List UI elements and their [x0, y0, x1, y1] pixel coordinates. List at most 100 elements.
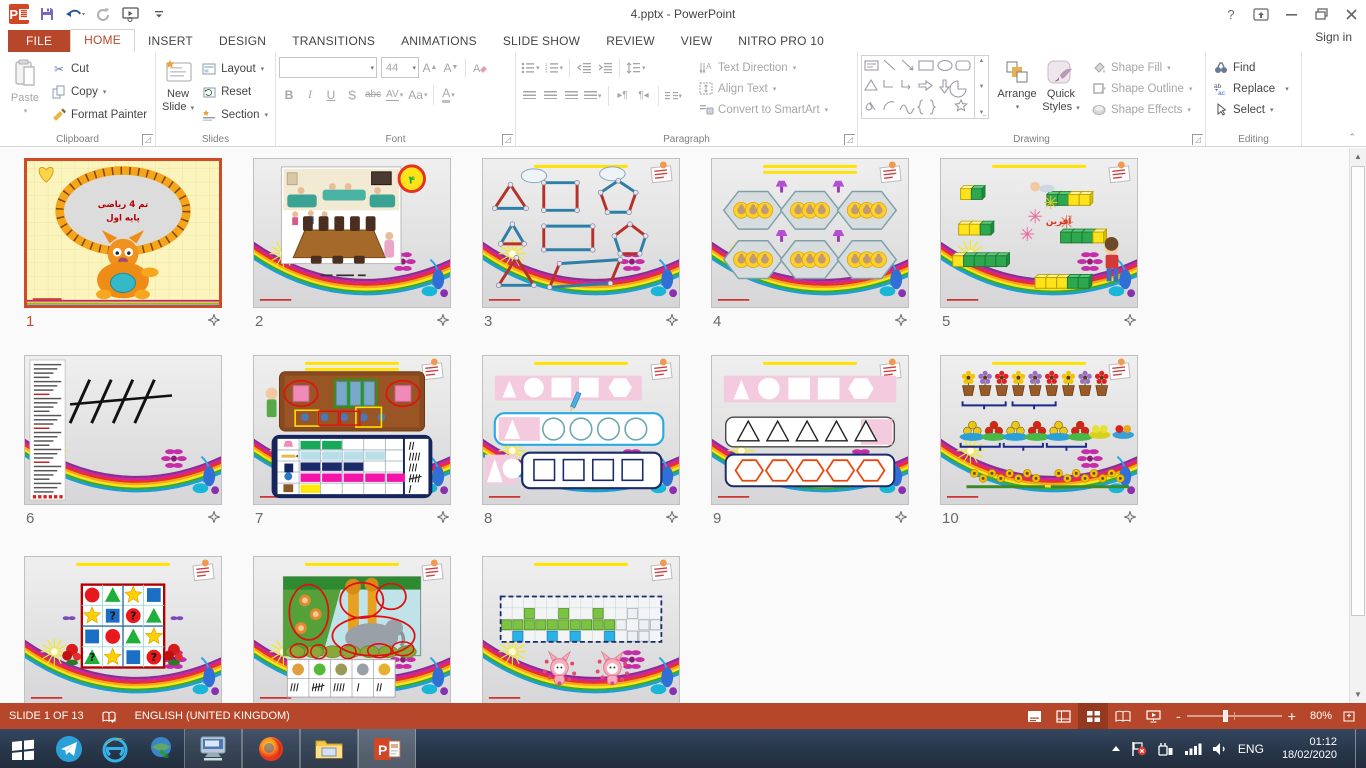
font-color-button[interactable]: A▾: [438, 84, 458, 105]
internet-explorer-icon[interactable]: [92, 729, 138, 768]
tab-view[interactable]: VIEW: [668, 31, 725, 52]
paragraph-dialog-launcher[interactable]: ◿: [844, 134, 855, 145]
text-direction-button[interactable]: AText Direction▾: [694, 57, 832, 78]
network-signal-icon[interactable]: [1184, 742, 1202, 755]
strikethrough-button[interactable]: abc: [363, 84, 383, 105]
zoom-in-button[interactable]: +: [1288, 711, 1296, 721]
animation-star-icon[interactable]: [895, 314, 907, 329]
spellcheck-icon[interactable]: [93, 703, 126, 729]
increase-indent-button[interactable]: [595, 57, 615, 78]
file-explorer-app[interactable]: [300, 729, 358, 768]
tab-design[interactable]: DESIGN: [206, 31, 279, 52]
slide-thumbnail-3[interactable]: 3: [482, 158, 680, 330]
slide-thumbnail-12[interactable]: 12: [253, 556, 451, 703]
shapes-scroll-down[interactable]: ▼: [979, 84, 985, 90]
slide-4-preview[interactable]: [711, 158, 909, 308]
save-icon[interactable]: [34, 2, 60, 26]
change-case-button[interactable]: Aa▾: [406, 84, 429, 105]
shadow-button[interactable]: S: [342, 84, 362, 105]
action-center-flag-icon[interactable]: [1131, 741, 1147, 757]
start-from-beginning-icon[interactable]: [118, 2, 144, 26]
section-button[interactable]: Section▾: [197, 103, 272, 126]
zoom-slider-thumb[interactable]: [1223, 710, 1228, 722]
font-name-combo[interactable]: ▾: [279, 57, 377, 78]
slide-13-preview[interactable]: [482, 556, 680, 703]
slide-thumbnail-4[interactable]: 4: [711, 158, 909, 330]
underline-button[interactable]: U: [321, 84, 341, 105]
slide-thumbnail-5[interactable]: آفرین5: [940, 158, 1138, 330]
align-right-button[interactable]: [561, 85, 581, 106]
collapse-ribbon-icon[interactable]: ⌃: [1348, 132, 1356, 143]
restore-icon[interactable]: [1306, 2, 1336, 26]
help-icon[interactable]: ?: [1216, 2, 1246, 26]
zoom-slider[interactable]: [1187, 715, 1282, 717]
bullets-button[interactable]: ▾: [519, 57, 542, 78]
select-button[interactable]: Select▾: [1209, 99, 1293, 120]
volume-icon[interactable]: [1212, 742, 1228, 756]
slide-thumbnail-10[interactable]: 10: [940, 355, 1138, 527]
decrease-indent-button[interactable]: [574, 57, 594, 78]
start-button[interactable]: [0, 729, 46, 768]
reading-view-button[interactable]: [1108, 703, 1138, 729]
replace-button[interactable]: abacReplace▾: [1209, 78, 1293, 99]
minimize-icon[interactable]: [1276, 2, 1306, 26]
animation-star-icon[interactable]: [437, 314, 449, 329]
shapes-gallery[interactable]: ▲ ▼ ▼̲: [861, 55, 989, 119]
slide-thumbnail-1[interactable]: تم 4 ریاضیپایه اول1: [24, 158, 222, 330]
rtl-direction-button[interactable]: ¶◂: [634, 85, 654, 106]
fit-to-window-button[interactable]: [1338, 703, 1366, 729]
shape-outline-button[interactable]: Shape Outline▾: [1087, 78, 1196, 99]
slide-thumbnail-8[interactable]: 8: [482, 355, 680, 527]
bold-button[interactable]: B: [279, 84, 299, 105]
ltr-direction-button[interactable]: ▸¶: [613, 85, 633, 106]
slide-2-preview[interactable]: ۴: [253, 158, 451, 308]
slide-thumbnail-2[interactable]: ۴2: [253, 158, 451, 330]
animation-star-icon[interactable]: [1124, 314, 1136, 329]
taskbar-clock[interactable]: 01:12 18/02/2020: [1274, 736, 1345, 762]
arrange-button[interactable]: Arrange▾: [995, 55, 1039, 130]
zoom-out-button[interactable]: -: [1176, 711, 1181, 721]
cut-button[interactable]: ✂Cut: [47, 57, 151, 80]
paste-button[interactable]: Paste▾: [3, 55, 47, 130]
shapes-scroll-up[interactable]: ▲: [979, 58, 985, 64]
slide-11-preview[interactable]: ????: [24, 556, 222, 703]
line-spacing-button[interactable]: ▾: [624, 57, 648, 78]
animation-star-icon[interactable]: [437, 511, 449, 526]
character-spacing-button[interactable]: AV▾: [384, 84, 405, 105]
find-button[interactable]: Find: [1209, 57, 1293, 78]
slideshow-view-button[interactable]: [1138, 703, 1168, 729]
italic-button[interactable]: I: [300, 84, 320, 105]
show-hidden-icons[interactable]: [1111, 745, 1121, 752]
close-icon[interactable]: [1336, 2, 1366, 26]
animation-star-icon[interactable]: [208, 314, 220, 329]
slide-indicator[interactable]: SLIDE 1 OF 13: [0, 703, 93, 729]
scroll-down-arrow[interactable]: ▼: [1350, 686, 1366, 703]
vertical-scrollbar[interactable]: ▲ ▼: [1349, 148, 1366, 703]
battery-icon[interactable]: [1157, 742, 1174, 756]
font-dialog-launcher[interactable]: ◿: [502, 134, 513, 145]
slide-10-preview[interactable]: [940, 355, 1138, 505]
slide-8-preview[interactable]: [482, 355, 680, 505]
firefox-app[interactable]: [242, 729, 300, 768]
shrink-font-button[interactable]: A▼: [441, 57, 461, 78]
redo-icon[interactable]: [90, 2, 116, 26]
scroll-up-arrow[interactable]: ▲: [1350, 148, 1366, 165]
shapes-more[interactable]: ▼̲: [979, 110, 985, 116]
slide-1-preview[interactable]: تم 4 ریاضیپایه اول: [24, 158, 222, 308]
slide-thumbnail-13[interactable]: 13: [482, 556, 680, 703]
slide-9-preview[interactable]: [711, 355, 909, 505]
quick-styles-button[interactable]: QuickStyles ▾: [1039, 55, 1083, 130]
grow-font-button[interactable]: A▲: [420, 57, 440, 78]
slide-thumbnail-11[interactable]: ????11: [24, 556, 222, 703]
align-center-button[interactable]: [540, 85, 560, 106]
notes-button[interactable]: [1021, 703, 1048, 729]
ribbon-display-options-icon[interactable]: [1246, 2, 1276, 26]
justify-button[interactable]: ▾: [582, 85, 604, 106]
reset-button[interactable]: Reset: [197, 80, 272, 103]
zoom-percent[interactable]: 80%: [1304, 703, 1338, 729]
tab-nitro-pro-10[interactable]: NITRO PRO 10: [725, 31, 837, 52]
slide-3-preview[interactable]: [482, 158, 680, 308]
powerpoint-app[interactable]: P: [358, 729, 416, 768]
slide-6-preview[interactable]: [24, 355, 222, 505]
slide-12-preview[interactable]: [253, 556, 451, 703]
